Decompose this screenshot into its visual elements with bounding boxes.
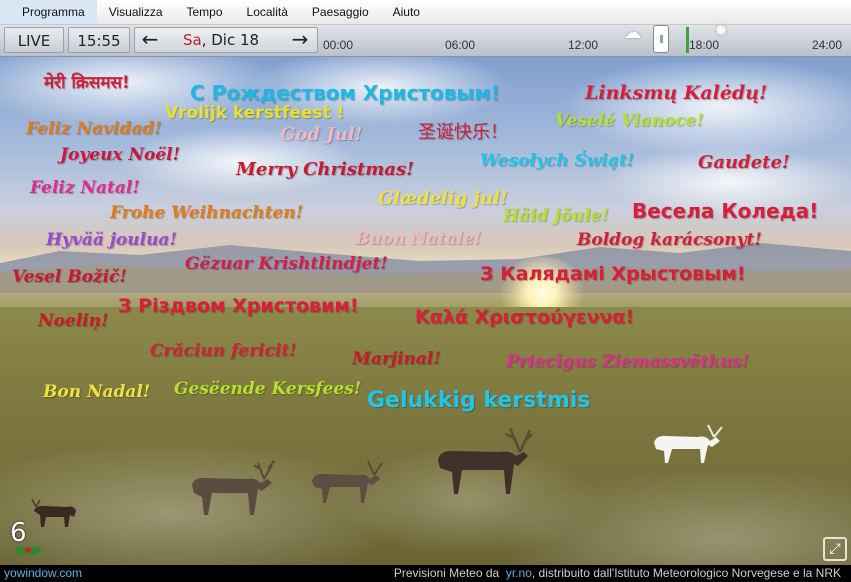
greeting: Frohe Weihnachten! xyxy=(110,203,304,223)
tick-label: 12:00 xyxy=(568,38,599,52)
current-time-marker xyxy=(686,27,689,53)
greeting: Crăciun fericit! xyxy=(150,341,297,361)
next-day-arrow-icon[interactable]: → xyxy=(287,28,313,52)
credit-prefix: Previsioni Meteo da xyxy=(393,566,500,580)
greeting: Gaudete! xyxy=(698,152,790,173)
holiday-badge[interactable]: 6 xyxy=(8,516,48,560)
tick-label: 00:00 xyxy=(323,38,354,52)
menu-visualizza[interactable]: Visualizza xyxy=(97,0,175,24)
yr-link[interactable]: yr.no xyxy=(506,566,532,580)
time-slider-handle[interactable] xyxy=(653,25,669,53)
fullscreen-icon[interactable]: ⤢ xyxy=(823,537,847,561)
cloud xyxy=(560,57,851,157)
menu-tempo[interactable]: Tempo xyxy=(175,0,235,24)
greeting: Vrolijk kerstfeest ! xyxy=(165,103,345,123)
greeting: Feliz Natal! xyxy=(30,178,140,198)
menu-paesaggio[interactable]: Paesaggio xyxy=(300,0,381,24)
reindeer xyxy=(192,460,275,515)
day-of-week: Sa xyxy=(183,31,202,49)
greeting: Noeliņ! xyxy=(38,311,109,331)
greeting: God Jul! xyxy=(280,124,363,145)
greeting: Linksmų Kalėdų! xyxy=(585,82,768,104)
date-text: , Dic 18 xyxy=(201,31,260,49)
menu-aiuto[interactable]: Aiuto xyxy=(381,0,432,24)
greeting: 圣诞快乐！ xyxy=(418,122,508,143)
greeting: Gelukkig kerstmis xyxy=(367,388,591,413)
greeting: З Різдвом Христовим! xyxy=(118,295,359,317)
greeting: С Рождеством Христовым! xyxy=(190,81,500,105)
greeting: Vesel Božič! xyxy=(12,267,127,287)
badge-number: 6 xyxy=(10,518,27,548)
toolbar: LIVE 15:55 ← Sa, Dic 18 → 00:00 06:00 12… xyxy=(0,21,851,57)
greeting: Häid jõule! xyxy=(503,206,609,226)
white-reindeer xyxy=(654,424,723,463)
date-navigator: ← Sa, Dic 18 → xyxy=(134,27,318,53)
reindeer xyxy=(438,427,533,494)
greeting: Gesëende Kersfees! xyxy=(174,379,362,399)
greeting: Glædelig jul! xyxy=(378,188,508,209)
prev-day-arrow-icon[interactable]: ← xyxy=(137,28,163,52)
live-button[interactable]: LIVE xyxy=(4,27,64,53)
greeting: Merry Christmas! xyxy=(236,159,414,180)
site-link[interactable]: yowindow.com xyxy=(4,565,82,582)
greeting: Buon Natale! xyxy=(355,229,482,249)
tick-label: 24:00 xyxy=(812,38,843,52)
greeting: Καλά Χριστούγεννα! xyxy=(415,306,635,328)
menu-localita[interactable]: Località xyxy=(235,0,300,24)
clock-display[interactable]: 15:55 xyxy=(68,27,130,53)
menu-programma[interactable]: Programma xyxy=(0,0,97,24)
sun-icon: ✹ xyxy=(714,21,729,41)
greeting: Gëzuar Krishtlindjet! xyxy=(185,254,388,274)
greeting: Wesołych Świąt! xyxy=(480,151,635,171)
greeting: Bon Nadal! xyxy=(43,382,151,402)
landscape-scene: मेरी क्रिसमस! С Рождеством Христовым! Li… xyxy=(0,57,851,565)
greeting: Veselé Vianoce! xyxy=(555,111,704,131)
weather-partly-cloudy-icon: ☁ xyxy=(624,23,641,43)
greeting: Priecīgus Ziemassvētkus! xyxy=(506,352,750,372)
current-date: Sa, Dic 18 xyxy=(183,28,259,52)
greeting: Marjinal! xyxy=(352,349,441,369)
credit-suffix: , distribuito dall'Istituto Meteorologic… xyxy=(531,566,841,580)
greeting: Hyvää joulua! xyxy=(46,230,177,250)
reindeer xyxy=(312,460,383,503)
footer: yowindow.com Previsioni Meteo da yr.no, … xyxy=(0,565,851,582)
greeting: मेरी क्रिसमस! xyxy=(44,73,130,93)
greeting: Boldog karácsonyt! xyxy=(577,230,762,250)
greeting: Весела Коледа! xyxy=(632,199,819,223)
tick-label: 06:00 xyxy=(445,38,476,52)
credit-text: Previsioni Meteo da yr.no, distribuito d… xyxy=(394,565,841,582)
greeting: Feliz Navidad! xyxy=(26,119,162,139)
greeting: Joyeux Noël! xyxy=(60,145,181,165)
greeting: З Калядамі Хрыстовым! xyxy=(480,263,746,285)
time-slider-track[interactable]: 00:00 06:00 12:00 18:00 24:00 ☁ ✹ xyxy=(320,21,851,53)
